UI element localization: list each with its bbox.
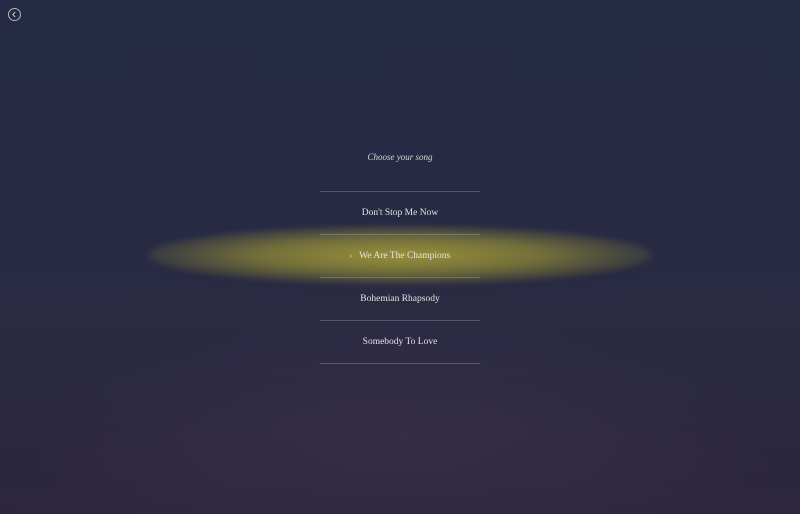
- back-button[interactable]: [8, 8, 21, 21]
- song-item-bohemian-rhapsody[interactable]: Bohemian Rhapsody: [320, 278, 480, 321]
- song-label: Bohemian Rhapsody: [360, 294, 440, 304]
- song-label: Somebody To Love: [362, 337, 438, 347]
- song-item-we-are-the-champions[interactable]: › We Are The Champions: [320, 235, 480, 278]
- selected-arrow-icon: ›: [349, 252, 353, 260]
- chevron-left-icon: [12, 11, 16, 18]
- song-item-somebody-to-love[interactable]: Somebody To Love: [320, 321, 480, 364]
- song-item-dont-stop-me-now[interactable]: Don't Stop Me Now: [320, 192, 480, 235]
- song-list: Don't Stop Me Now › We Are The Champions…: [320, 191, 480, 364]
- song-label: We Are The Champions: [359, 251, 451, 261]
- song-label: Don't Stop Me Now: [361, 208, 439, 218]
- page-title: Choose your song: [367, 152, 433, 162]
